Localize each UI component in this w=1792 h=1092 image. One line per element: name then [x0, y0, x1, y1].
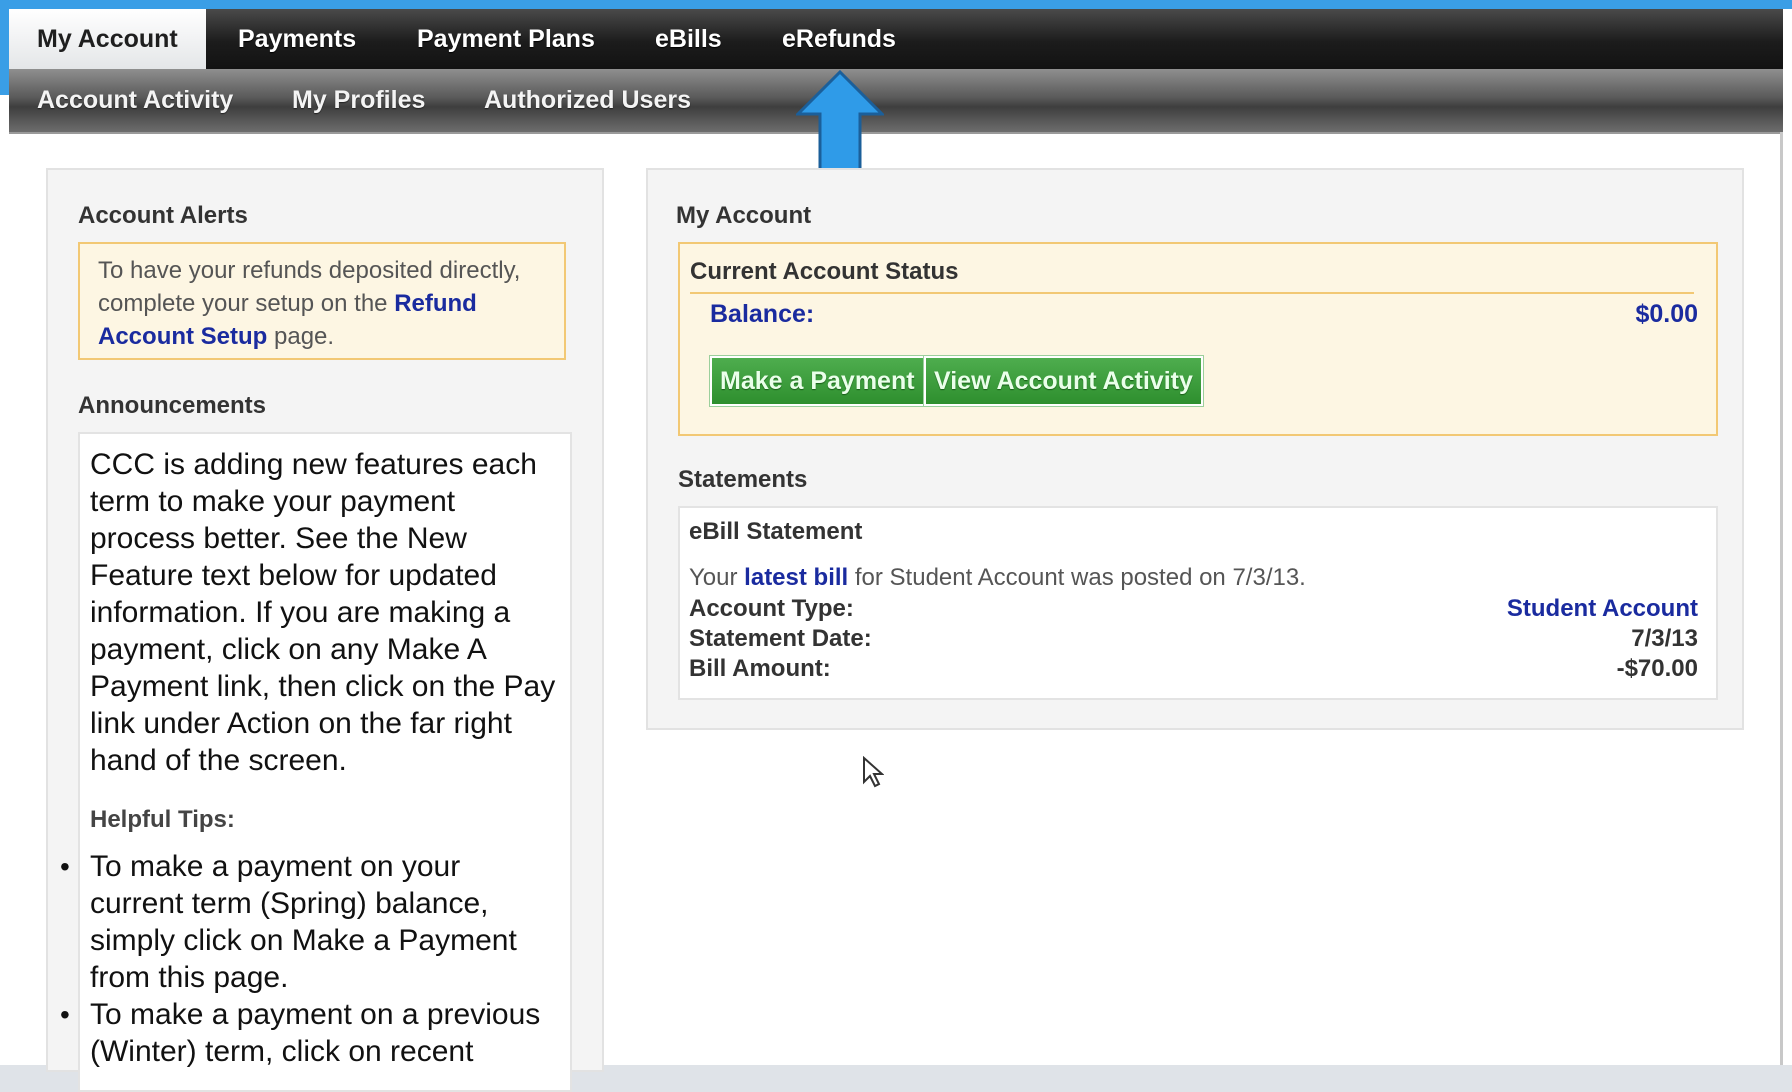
- my-account-heading: My Account: [676, 202, 812, 229]
- tab-payments[interactable]: Payments: [238, 9, 356, 69]
- account-alert: To have your refunds deposited directly,…: [78, 242, 566, 360]
- ebill-statement-box: eBill Statement Your latest bill for Stu…: [678, 506, 1718, 700]
- subnav-account-activity[interactable]: Account Activity: [37, 69, 233, 132]
- ebill-summary-text: Your: [689, 564, 745, 591]
- tab-my-account[interactable]: My Account: [9, 9, 206, 69]
- left-panel: Account Alerts To have your refunds depo…: [46, 168, 604, 1092]
- sub-nav: Account Activity My Profiles Authorized …: [9, 69, 1783, 134]
- ebill-summary: Your latest bill for Student Account was…: [689, 564, 1306, 592]
- tab-erefunds[interactable]: eRefunds: [782, 9, 896, 69]
- scrollbar-edge[interactable]: [1780, 132, 1783, 1065]
- latest-bill-link[interactable]: latest bill: [744, 564, 848, 591]
- helpful-tips-list: To make a payment on your current term (…: [60, 848, 560, 1070]
- alert-text-end: page.: [267, 323, 335, 350]
- cursor-icon: [863, 756, 884, 788]
- tab-ebills[interactable]: eBills: [655, 9, 722, 69]
- helpful-tips-label: Helpful Tips:: [90, 806, 235, 833]
- list-item: To make a payment on your current term (…: [60, 848, 560, 996]
- tab-payment-plans[interactable]: Payment Plans: [417, 9, 595, 69]
- top-accent-bar: [0, 0, 1792, 9]
- account-alerts-heading: Account Alerts: [78, 202, 248, 229]
- bill-amount-label: Bill Amount:: [689, 655, 831, 682]
- account-status-box: Current Account Status Balance: $0.00 Ma…: [678, 242, 1718, 436]
- subnav-my-profiles[interactable]: My Profiles: [292, 69, 425, 132]
- bill-amount-value: -$70.00: [1616, 655, 1698, 682]
- announcement-text: CCC is adding new features each term to …: [90, 448, 556, 777]
- announcements-box: CCC is adding new features each term to …: [60, 432, 572, 1092]
- view-account-activity-button[interactable]: View Account Activity: [924, 356, 1203, 406]
- account-status-title: Current Account Status: [690, 252, 1694, 294]
- page: My Account Payments Payment Plans eBills…: [0, 0, 1792, 1092]
- subnav-authorized-users[interactable]: Authorized Users: [484, 69, 691, 132]
- statement-date-value: 7/3/13: [1631, 625, 1698, 652]
- ebill-summary-text-end: for Student Account was posted on 7/3/13…: [848, 564, 1306, 591]
- announcements-heading: Announcements: [78, 392, 267, 419]
- ebill-statement-title: eBill Statement: [689, 518, 863, 545]
- make-payment-button[interactable]: Make a Payment: [710, 356, 925, 406]
- account-type-label: Account Type:: [689, 595, 854, 622]
- main-nav: My Account Payments Payment Plans eBills…: [9, 9, 1783, 69]
- right-panel: My Account Current Account Status Balanc…: [646, 168, 1744, 730]
- account-type-value: Student Account: [1506, 595, 1698, 622]
- statements-heading: Statements: [678, 466, 808, 493]
- list-item: To make a payment on a previous (Winter)…: [60, 996, 560, 1070]
- statement-date-label: Statement Date:: [689, 625, 872, 652]
- balance-value: $0.00: [1635, 300, 1698, 328]
- balance-label: Balance:: [710, 300, 815, 328]
